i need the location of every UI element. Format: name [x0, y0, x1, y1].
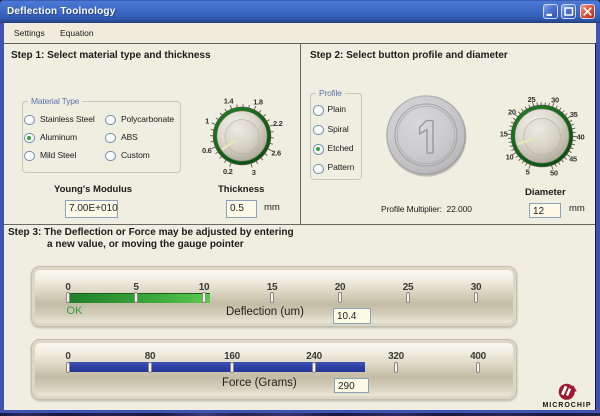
svg-text:1.4: 1.4: [223, 96, 234, 105]
svg-text:15: 15: [500, 130, 508, 139]
svg-text:0.6: 0.6: [202, 146, 212, 155]
svg-text:MICROCHIP: MICROCHIP: [542, 402, 591, 409]
svg-text:10: 10: [506, 153, 514, 162]
svg-text:30: 30: [551, 96, 559, 105]
svg-text:0.2: 0.2: [223, 167, 233, 176]
svg-text:2.2: 2.2: [273, 119, 283, 128]
svg-text:50: 50: [550, 168, 558, 177]
svg-text:1: 1: [205, 116, 209, 125]
svg-text:2.6: 2.6: [271, 148, 281, 157]
svg-text:25: 25: [528, 95, 536, 104]
svg-text:20: 20: [508, 108, 516, 117]
svg-text:5: 5: [526, 168, 530, 177]
svg-text:45: 45: [569, 155, 577, 164]
svg-text:35: 35: [570, 110, 578, 119]
svg-text:1.8: 1.8: [253, 97, 263, 106]
svg-text:40: 40: [577, 132, 585, 141]
svg-text:3: 3: [251, 167, 255, 176]
